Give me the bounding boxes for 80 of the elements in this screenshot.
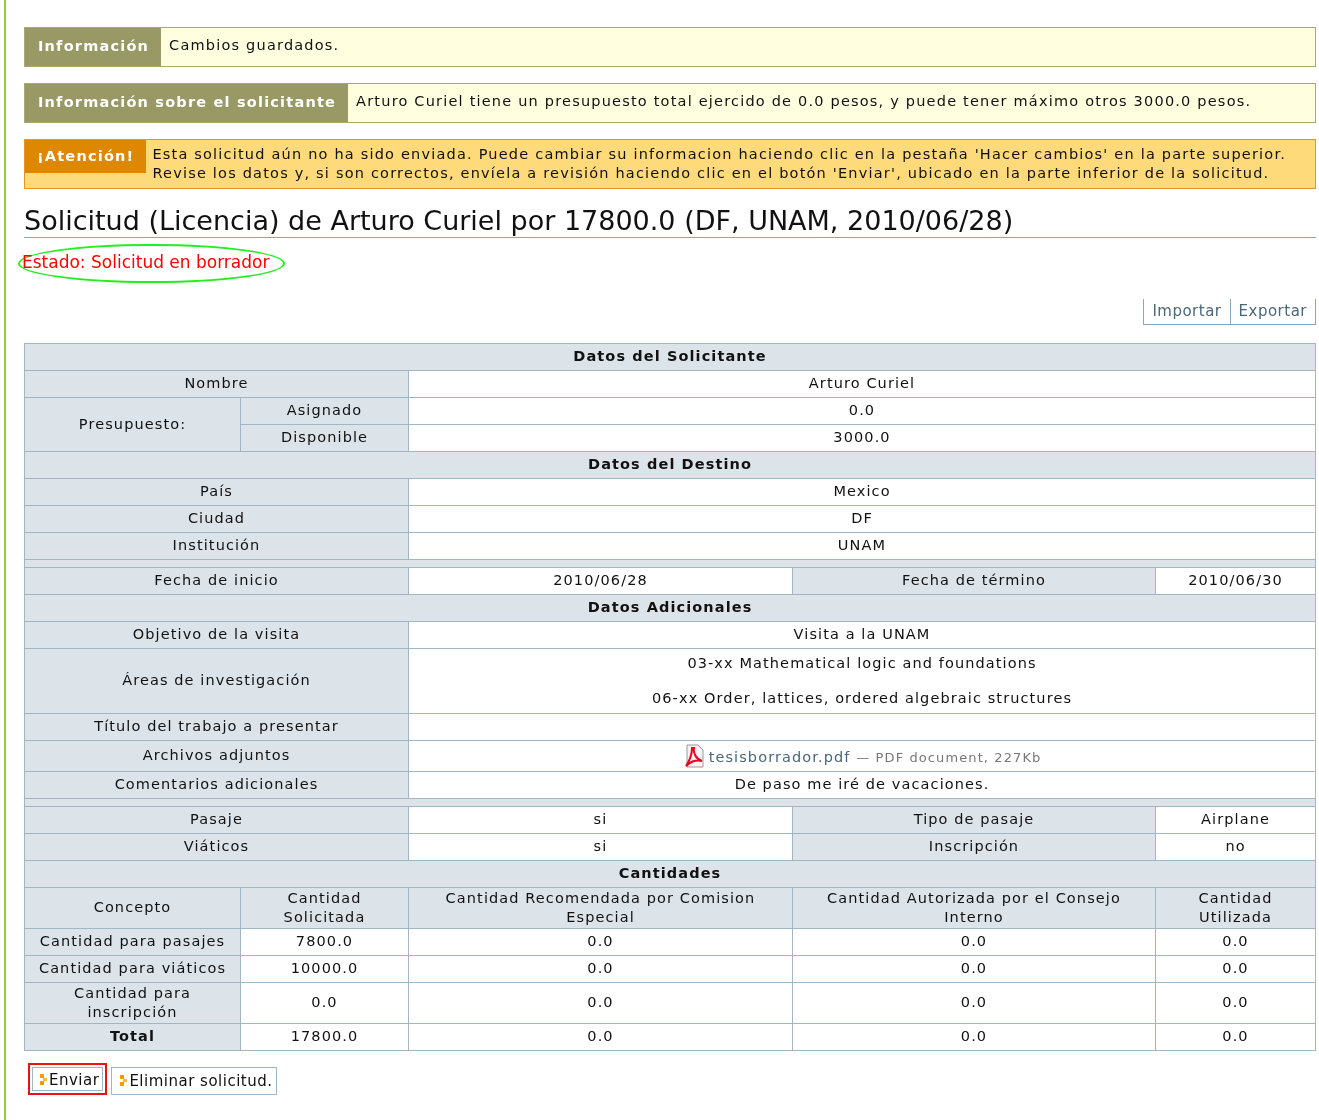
table-cell: 0.0: [408, 1023, 793, 1050]
table-cell: Título del trabajo a presentar: [24, 713, 409, 740]
table-cell: 0.0: [1155, 1023, 1316, 1050]
table-cell: Total: [24, 1023, 241, 1050]
pdf-file-icon: [682, 743, 705, 768]
table-cell: Cantidad para inscripción: [24, 982, 241, 1023]
table-cell: 0.0: [792, 955, 1156, 982]
bullet-icon: [40, 1074, 47, 1086]
submit-button[interactable]: Eliminar solicitud.: [111, 1066, 277, 1095]
table-cell: 0.0: [792, 1023, 1156, 1050]
table-cell: UNAM: [408, 532, 1316, 559]
table-cell: 7800.0: [240, 928, 409, 955]
table-cell: Cantidad para viáticos: [24, 955, 241, 982]
status-text: Estado: Solicitud en borrador: [18, 243, 286, 283]
table-cell: Archivos adjuntos: [24, 740, 409, 771]
table-cell: Presupuesto:: [24, 397, 241, 451]
table-cell: Airplane: [1155, 806, 1316, 833]
table-cell: Pasaje: [24, 806, 409, 833]
table-cell: 0.0: [1155, 955, 1316, 982]
table-cell: si: [408, 833, 793, 860]
table-cell: Institución: [24, 532, 409, 559]
table-cell: País: [24, 478, 409, 505]
table-cell: Fecha de término: [792, 567, 1156, 594]
table-cell: Viáticos: [24, 833, 409, 860]
banner-message: Arturo Curiel tiene un presupuesto total ejercido de 0.0 pesos, y puede tener máximo otros 3000.0 pesos.: [355, 91, 1253, 111]
file-details: — PDF document, 227Kb: [856, 749, 1042, 765]
table-cell: si: [408, 806, 793, 833]
banner-label: ¡Atención!: [25, 139, 147, 174]
table-cell: Inscripción: [792, 833, 1156, 860]
table-cell: Ciudad: [24, 505, 409, 532]
table-cell: Arturo Curiel: [408, 370, 1316, 397]
table-cell: 0.0: [408, 982, 793, 1023]
column-header: Cantidad Recomendada por Comision Especial: [408, 887, 793, 928]
table-cell: Mexico: [408, 478, 1316, 505]
table-cell: 0.0: [408, 955, 793, 982]
table-cell-text: 03-xx Mathematical logic and foundations: [686, 654, 1038, 672]
column-header: Cantidad Solicitada: [240, 887, 409, 928]
column-header: Cantidad Utilizada: [1155, 887, 1316, 928]
section-heading: Datos Adicionales: [24, 594, 1316, 621]
banner-label: Información: [25, 28, 162, 66]
table-cell: 0.0: [792, 982, 1156, 1023]
file-link[interactable]: tesisborrador.pdf: [708, 748, 851, 765]
table-cell: 10000.0: [240, 955, 409, 982]
section-heading: Cantidades: [24, 860, 1316, 887]
table-cell: Disponible: [240, 424, 409, 451]
banner-message: Esta solicitud aún no ha sido enviada. Puede cambiar su informacion haciendo clic en la pestaña 'Hacer cambios' en la parte superior. Revise los datos y, si son correctos, envíela a revisión haciendo clic en el botón 'Enviar', ubicado en la parte inferior de la solicitud.: [151, 144, 1288, 183]
submit-button[interactable]: Enviar: [28, 1062, 108, 1095]
table-cell: De paso me iré de vacaciones.: [408, 771, 1316, 798]
table-cell: Áreas de investigación: [24, 648, 409, 713]
table-cell-text: 06-xx Order, lattices, ordered algebraic structures: [650, 689, 1074, 707]
banner-message: Cambios guardados.: [168, 36, 341, 55]
table-cell: 0.0: [408, 397, 1316, 424]
table-cell: Asignado: [240, 397, 409, 424]
bullet-icon: [120, 1075, 128, 1087]
table-cell: 2010/06/28: [408, 567, 793, 594]
table-cell: Comentarios adicionales: [24, 771, 409, 798]
table-cell: 17800.0: [240, 1023, 409, 1050]
column-header: Cantidad Autorizada por el Consejo Interno: [792, 887, 1156, 928]
table-cell: 0.0: [1155, 982, 1316, 1023]
action-link[interactable]: Importar: [1143, 299, 1230, 325]
table-cell: 0.0: [1155, 928, 1316, 955]
table-cell: DF: [408, 505, 1316, 532]
table-cell: Visita a la UNAM: [408, 621, 1316, 648]
section-heading: Datos del Destino: [24, 451, 1316, 478]
table-cell: Cantidad para pasajes: [24, 928, 241, 955]
table-cell: no: [1155, 833, 1316, 860]
banner-label: Información sobre el solicitante: [25, 83, 349, 122]
table-cell: Nombre: [24, 370, 409, 397]
table-cell: 3000.0: [408, 424, 1316, 451]
section-heading: Datos del Solicitante: [24, 343, 1316, 370]
table-cell: Tipo de pasaje: [792, 806, 1156, 833]
table-cell: 2010/06/30: [1155, 567, 1316, 594]
table-cell: Fecha de inicio: [24, 567, 409, 594]
table-cell: 0.0: [240, 982, 409, 1023]
column-header: Concepto: [24, 887, 241, 928]
table-cell: Objetivo de la visita: [24, 621, 409, 648]
page-title: Solicitud (Licencia) de Arturo Curiel por 17800.0 (DF, UNAM, 2010/06/28): [24, 204, 1316, 238]
table-cell: 0.0: [408, 928, 793, 955]
action-link[interactable]: Exportar: [1229, 299, 1316, 325]
table-cell: 0.0: [792, 928, 1156, 955]
